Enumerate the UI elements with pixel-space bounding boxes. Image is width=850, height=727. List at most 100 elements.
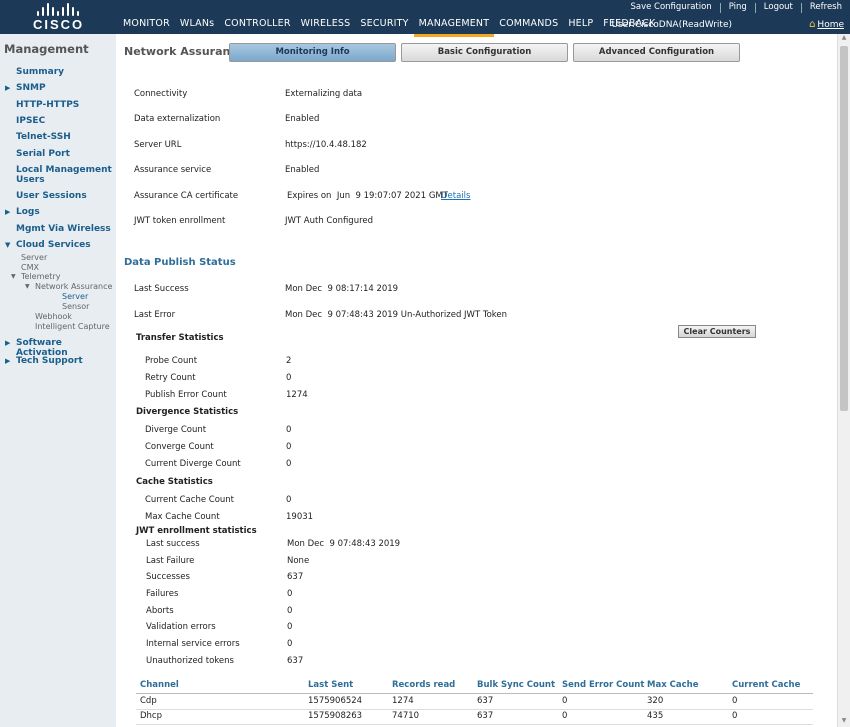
section-heading: Data Publish Status [124, 257, 236, 268]
column-header: Records read [392, 680, 456, 690]
sidebar-sub-telemetry[interactable]: Telemetry [21, 272, 60, 281]
table-cell: 637 [477, 711, 494, 721]
chevron-right-icon[interactable]: ▶ [5, 339, 10, 347]
stat-heading: Transfer Statistics [136, 333, 224, 343]
chevron-down-icon[interactable]: ▼ [5, 241, 10, 249]
save-configuration-link[interactable]: Save Configuration [628, 2, 713, 13]
chevron-down-icon[interactable]: ▼ [11, 273, 16, 280]
clear-counters-button[interactable]: Clear Counters [678, 325, 756, 338]
sidebar-item-telnet-ssh[interactable]: Telnet-SSH [16, 132, 71, 142]
tab-basic-configuration[interactable]: Basic Configuration [401, 43, 568, 62]
tab-advanced-configuration[interactable]: Advanced Configuration [573, 43, 740, 62]
column-header: Bulk Sync Count [477, 680, 556, 690]
sidebar-item-snmp[interactable]: SNMP [16, 83, 46, 93]
divider [754, 3, 756, 13]
scroll-down-icon[interactable]: ▼ [838, 717, 850, 727]
stat-label: Diverge Count [145, 425, 207, 435]
table-cell: 0 [562, 696, 568, 706]
sidebar-item-mgmt-via-wireless[interactable]: Mgmt Via Wireless [16, 224, 111, 234]
sidebar-item-cloud-services[interactable]: Cloud Services [16, 240, 91, 250]
sidebar-item-ipsec[interactable]: IPSEC [16, 116, 45, 126]
chevron-right-icon[interactable]: ▶ [5, 357, 10, 365]
sidebar: Management Summary ▶ SNMP HTTP-HTTPS IPS… [0, 34, 116, 727]
page-title: Network Assurance [124, 45, 245, 58]
info-label: Assurance service [134, 165, 212, 175]
divider [800, 3, 802, 13]
stat-value: None [287, 556, 310, 566]
stat-value: 0 [286, 459, 292, 469]
table-row: Cdp 1575906524 1274 637 0 320 0 [136, 695, 813, 710]
stat-label: Last success [146, 539, 200, 549]
chevron-right-icon[interactable]: ▶ [5, 84, 10, 92]
stat-label: Current Diverge Count [145, 459, 241, 469]
stat-value: 0 [286, 425, 292, 435]
column-header: Last Sent [308, 680, 354, 690]
top-links: Save Configuration Ping Logout Refresh [628, 2, 844, 13]
sidebar-item-user-sessions[interactable]: User Sessions [16, 191, 87, 201]
stat-value: 0 [286, 442, 292, 452]
table-cell: 1575906524 [308, 696, 363, 706]
info-label: Last Success [134, 284, 189, 294]
stat-value: 0 [287, 622, 293, 632]
stat-value: 637 [287, 572, 304, 582]
sidebar-item-http-https[interactable]: HTTP-HTTPS [16, 100, 79, 110]
table-row: Dhcp 1575908263 74710 637 0 435 0 [136, 710, 813, 725]
top-bar: CISCO MONITOR WLANs CONTROLLER WIRELESS … [0, 0, 850, 37]
table-cell: 0 [732, 696, 738, 706]
column-header: Max Cache [647, 680, 699, 690]
table-cell: 1575908263 [308, 711, 363, 721]
sidebar-item-software-activation[interactable]: Software Activation [16, 338, 116, 358]
cisco-logo: CISCO [33, 3, 83, 32]
info-value: Expires on Jun 9 19:07:07 2021 GMT [287, 191, 448, 201]
stat-label: Failures [146, 589, 179, 599]
chevron-right-icon[interactable]: ▶ [5, 208, 10, 216]
divider [719, 3, 721, 13]
sidebar-item-serial-port[interactable]: Serial Port [16, 149, 70, 159]
table-cell: 74710 [392, 711, 420, 721]
logout-link[interactable]: Logout [762, 2, 795, 13]
sidebar-item-tech-support[interactable]: Tech Support [16, 356, 83, 366]
chevron-down-icon[interactable]: ▼ [25, 283, 30, 290]
table-cell: 0 [732, 711, 738, 721]
sidebar-sub-server[interactable]: Server [21, 253, 47, 262]
stat-label: Internal service errors [146, 639, 240, 649]
table-cell: 320 [647, 696, 664, 706]
sidebar-item-logs[interactable]: Logs [16, 207, 40, 217]
home-link[interactable]: ⌂ Home [809, 19, 844, 30]
stat-value: 2 [286, 356, 292, 366]
stat-value: 1274 [286, 390, 308, 400]
refresh-link[interactable]: Refresh [808, 2, 844, 13]
table-cell: Dhcp [140, 711, 163, 721]
tab-monitoring-info[interactable]: Monitoring Info [229, 43, 396, 62]
stat-label: Last Failure [146, 556, 195, 566]
stat-heading: Cache Statistics [136, 477, 213, 487]
stat-label: Publish Error Count [145, 390, 227, 400]
sidebar-sub-network-assurance[interactable]: Network Assurance [35, 282, 112, 291]
sidebar-item-local-management-users[interactable]: Local Management Users [16, 165, 112, 185]
stat-value: 0 [287, 639, 293, 649]
stat-label: Successes [146, 572, 190, 582]
home-icon: ⌂ [809, 19, 816, 30]
info-label: Server URL [134, 140, 182, 150]
sidebar-sub-intelligent-capture[interactable]: Intelligent Capture [35, 322, 110, 331]
stat-value: 0 [286, 373, 292, 383]
sidebar-sub-na-server[interactable]: Server [62, 292, 88, 301]
info-label: JWT token enrollment [134, 216, 226, 226]
sidebar-sub-cmx[interactable]: CMX [21, 263, 39, 272]
sidebar-sub-na-sensor[interactable]: Sensor [62, 302, 89, 311]
cisco-bars-icon [33, 3, 83, 16]
stat-label: Unauthorized tokens [146, 656, 234, 666]
sidebar-sub-webhook[interactable]: Webhook [35, 312, 72, 321]
vertical-scrollbar[interactable]: ▲ ▼ [837, 34, 850, 727]
scroll-up-icon[interactable]: ▲ [838, 34, 850, 44]
user-label: User:CiscoDNA(ReadWrite) [611, 20, 732, 30]
scrollbar-thumb[interactable] [840, 46, 848, 411]
stat-label: Probe Count [145, 356, 198, 366]
table-cell: 435 [647, 711, 664, 721]
table-cell: 0 [562, 711, 568, 721]
table-cell: 637 [477, 696, 494, 706]
ping-link[interactable]: Ping [727, 2, 749, 13]
details-link[interactable]: Details [441, 191, 470, 201]
stat-label: Retry Count [145, 373, 196, 383]
sidebar-item-summary[interactable]: Summary [16, 67, 64, 77]
